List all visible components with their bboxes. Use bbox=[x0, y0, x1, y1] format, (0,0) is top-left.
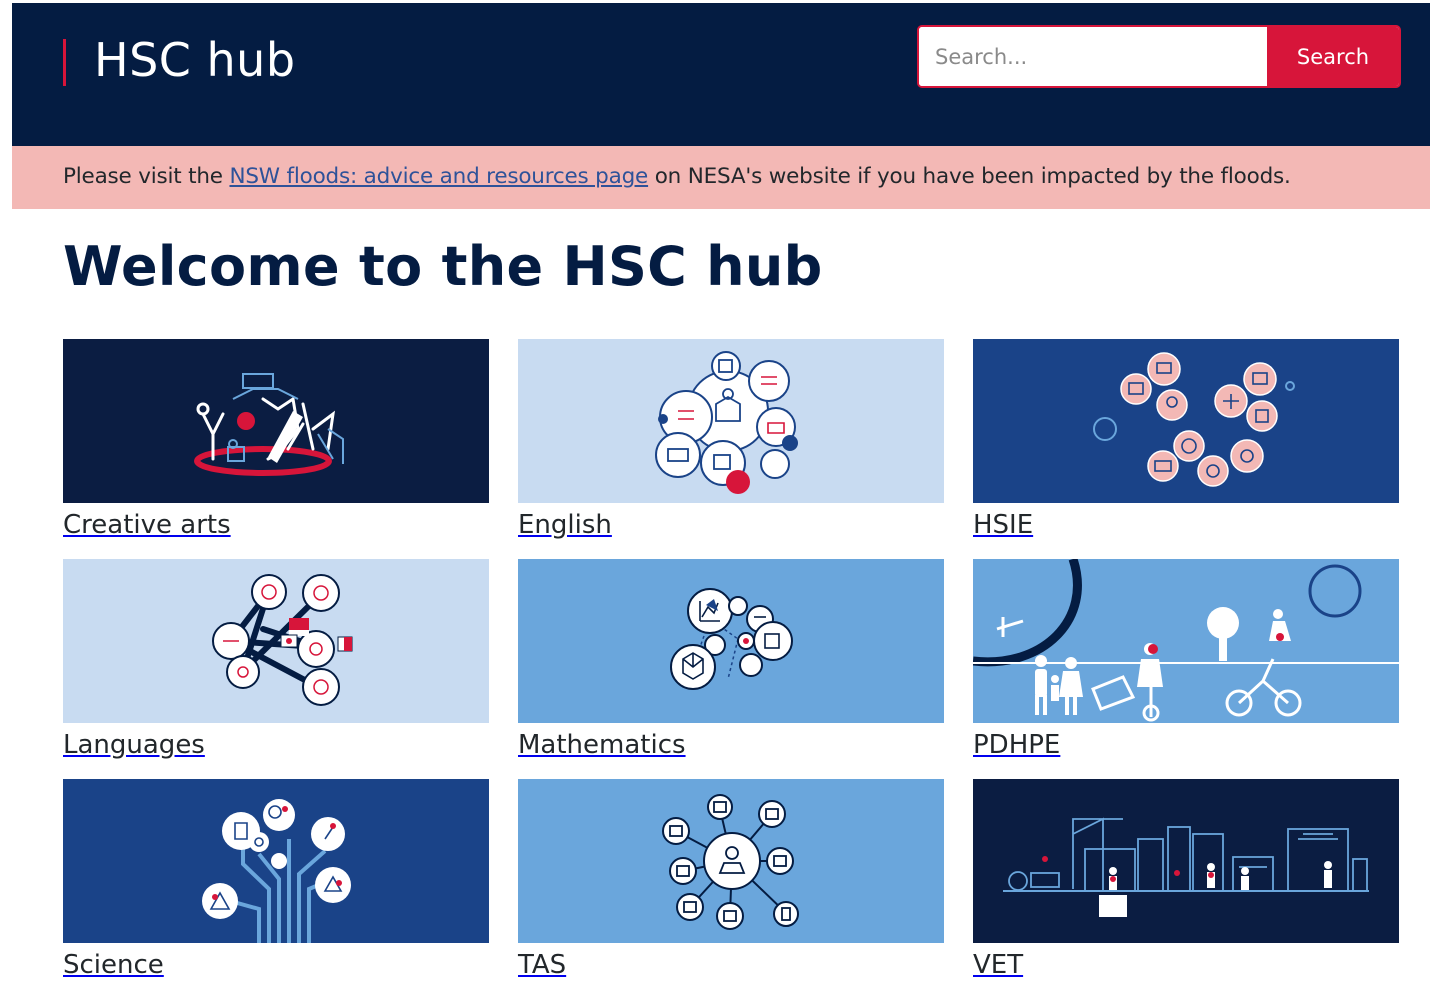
search-input[interactable] bbox=[919, 27, 1267, 86]
mathematics-image bbox=[518, 559, 944, 723]
pdhpe-image bbox=[973, 559, 1399, 723]
subject-card-label: Science bbox=[63, 950, 164, 980]
page-title: Welcome to the HSC hub bbox=[63, 235, 823, 298]
languages-icon bbox=[63, 559, 489, 723]
tas-icon bbox=[518, 779, 944, 943]
alert-banner: Please visit the NSW floods: advice and … bbox=[12, 146, 1430, 209]
subject-card-hsie[interactable]: HSIE bbox=[973, 339, 1399, 544]
subject-card-label: VET bbox=[973, 950, 1024, 980]
creative-arts-image bbox=[63, 339, 489, 503]
mathematics-icon bbox=[518, 559, 944, 723]
subject-card-pdhpe[interactable]: PDHPE bbox=[973, 559, 1399, 764]
hsie-image bbox=[973, 339, 1399, 503]
english-image bbox=[518, 339, 944, 503]
languages-image bbox=[63, 559, 489, 723]
subject-card-vet[interactable]: VET bbox=[973, 779, 1399, 984]
floods-advice-link[interactable]: NSW floods: advice and resources page bbox=[229, 164, 648, 189]
subject-card-science[interactable]: Science bbox=[63, 779, 489, 984]
site-header: HSC hub Search bbox=[12, 3, 1430, 146]
pdhpe-icon bbox=[973, 559, 1399, 723]
search-form: Search bbox=[917, 25, 1401, 88]
brand-accent-bar bbox=[63, 39, 66, 86]
subject-card-label: PDHPE bbox=[973, 730, 1061, 760]
alert-prefix: Please visit the bbox=[63, 164, 230, 189]
subject-card-label: English bbox=[518, 510, 612, 540]
search-button[interactable]: Search bbox=[1267, 27, 1399, 86]
subject-card-label: TAS bbox=[518, 950, 567, 980]
science-image bbox=[63, 779, 489, 943]
site-logo[interactable]: HSC hub bbox=[94, 32, 296, 88]
subject-card-english[interactable]: English bbox=[518, 339, 944, 544]
subject-card-mathematics[interactable]: Mathematics bbox=[518, 559, 944, 764]
alert-text: Please visit the NSW floods: advice and … bbox=[63, 164, 1291, 189]
subject-card-tas[interactable]: TAS bbox=[518, 779, 944, 984]
subject-card-label: Languages bbox=[63, 730, 205, 760]
subject-card-label: HSIE bbox=[973, 510, 1034, 540]
creative-arts-icon bbox=[63, 339, 489, 503]
subject-card-creative-arts[interactable]: Creative arts bbox=[63, 339, 489, 544]
tas-image bbox=[518, 779, 944, 943]
alert-suffix: on NESA's website if you have been impac… bbox=[648, 164, 1291, 189]
subject-card-label: Mathematics bbox=[518, 730, 686, 760]
subject-card-label: Creative arts bbox=[63, 510, 231, 540]
subject-card-languages[interactable]: Languages bbox=[63, 559, 489, 764]
hsie-icon bbox=[973, 339, 1399, 503]
english-icon bbox=[518, 339, 944, 503]
vet-image bbox=[973, 779, 1399, 943]
vet-icon bbox=[973, 779, 1399, 943]
page: HSC hub Search Please visit the NSW floo… bbox=[12, 3, 1430, 996]
science-icon bbox=[63, 779, 489, 943]
